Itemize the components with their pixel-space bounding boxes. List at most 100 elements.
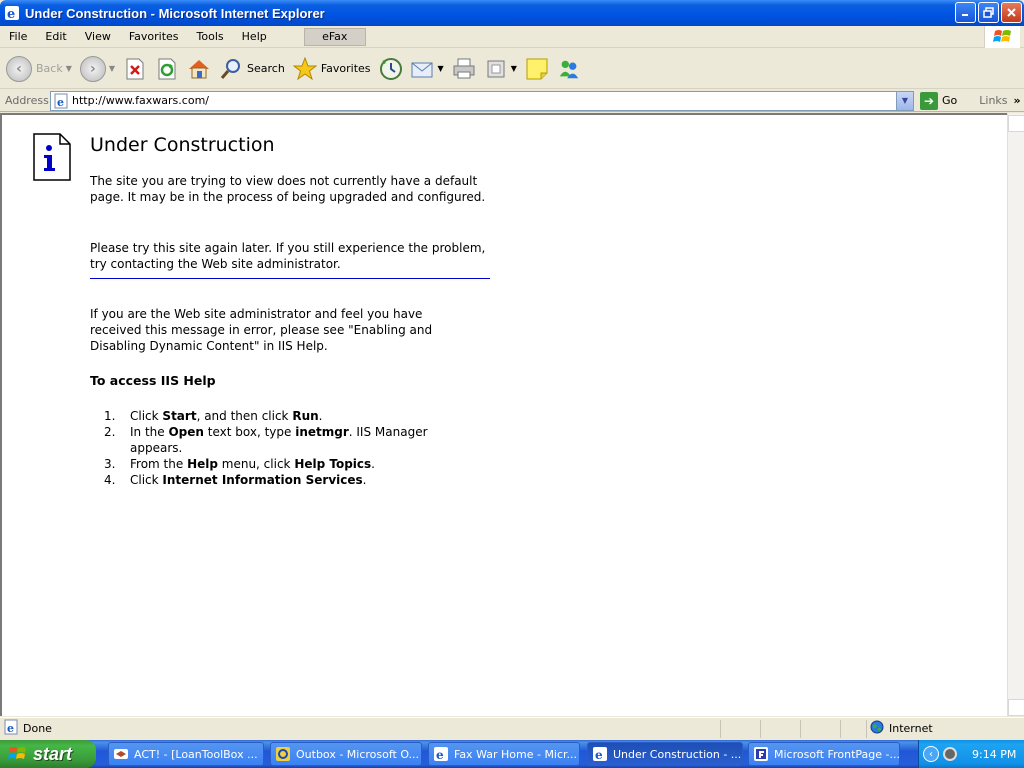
messenger-icon [557, 57, 581, 81]
scroll-up-button[interactable] [1008, 115, 1024, 132]
help-step-number: 3. [104, 457, 116, 471]
forward-dropdown-icon[interactable]: ▼ [109, 64, 115, 73]
note-icon [525, 57, 549, 81]
show-hidden-icons-button[interactable]: ‹ [923, 746, 939, 762]
clock[interactable]: 9:14 PM [972, 748, 1016, 761]
close-button[interactable] [1001, 2, 1022, 23]
address-bar: Address e ▼ ➔ Go Links » [0, 90, 1024, 112]
efax-button[interactable]: eFax [303, 27, 366, 46]
minimize-button[interactable] [955, 2, 976, 23]
mail-button[interactable]: ▼ [411, 52, 444, 86]
help-step: 1. Click Start, and then click Run. [104, 408, 464, 424]
chevron-right-icon[interactable]: » [1014, 94, 1021, 107]
print-button[interactable] [452, 52, 476, 86]
window-title-bar[interactable]: e Under Construction - Microsoft Interne… [0, 0, 1024, 26]
status-divider [760, 719, 761, 738]
help-step-keyword: Help [187, 457, 218, 471]
help-step-text: Click Internet Information Services. [130, 472, 464, 488]
help-step-keyword: inetmgr [295, 425, 349, 439]
globe-icon [870, 720, 884, 737]
security-zone[interactable]: Internet [870, 720, 933, 737]
paragraph-admin: If you are the Web site administrator an… [90, 307, 433, 353]
favorites-star-icon [292, 56, 317, 81]
taskbar-item-label: ACT! - [LoanToolBox ... [134, 747, 258, 761]
system-tray: ‹ 9:14 PM [918, 740, 1024, 768]
help-heading: To access IIS Help [90, 373, 216, 388]
go-button[interactable]: ➔ Go [920, 91, 957, 110]
address-label: Address [5, 94, 49, 107]
back-button[interactable]: ‹ Back ▼ [6, 52, 72, 86]
stop-icon [123, 57, 147, 81]
scroll-down-button[interactable] [1008, 699, 1024, 716]
help-step-keyword: Start [162, 409, 197, 423]
ie-icon: e [4, 5, 20, 22]
windows-flag-icon [8, 747, 26, 759]
edit-button[interactable]: ▼ [484, 52, 517, 86]
handshake-icon [114, 749, 128, 759]
taskbar-item-frontpage[interactable]: Microsoft FrontPage -... [748, 742, 900, 766]
status-text: Done [23, 722, 52, 735]
help-step-fragment: Click [130, 409, 163, 423]
help-step-keyword: Help Topics [294, 457, 372, 471]
go-arrow-icon: ➔ [920, 91, 938, 110]
tray-app-icon[interactable] [943, 747, 957, 761]
menu-view[interactable]: View [76, 30, 120, 43]
paragraph-no-default-page: The site you are trying to view does not… [90, 174, 486, 204]
taskbar-item-fax-war-home[interactable]: e Fax War Home - Micr... [428, 742, 580, 766]
help-step-number: 1. [104, 409, 116, 423]
taskbar-item-label: Outbox - Microsoft O... [296, 747, 420, 761]
taskbar-item-act[interactable]: ACT! - [LoanToolBox ... [108, 742, 264, 766]
help-step-keyword: Run [292, 409, 319, 423]
menu-tools[interactable]: Tools [188, 30, 233, 43]
menu-help[interactable]: Help [233, 30, 276, 43]
refresh-button[interactable] [155, 52, 179, 86]
svg-text:e: e [595, 748, 603, 762]
page-icon: e [53, 93, 69, 109]
url-input[interactable] [72, 94, 896, 107]
forward-arrow-icon: › [79, 55, 106, 82]
help-step-fragment: menu, click [217, 457, 295, 471]
frontpage-icon [754, 747, 768, 761]
home-icon [187, 57, 211, 81]
page-title: Under Construction [90, 134, 275, 156]
zone-label: Internet [889, 722, 933, 735]
favorites-button[interactable]: Favorites [292, 52, 371, 86]
back-dropdown-icon[interactable]: ▼ [66, 64, 72, 73]
page-done-icon: e [3, 719, 19, 738]
stop-button[interactable] [123, 52, 147, 86]
links-label[interactable]: Links [979, 94, 1007, 107]
restore-button[interactable] [978, 2, 999, 23]
edit-dropdown-icon[interactable]: ▼ [511, 64, 517, 73]
taskbar-item-label: Under Construction - ... [613, 747, 742, 761]
start-button[interactable]: start [0, 740, 96, 768]
menu-file[interactable]: File [0, 30, 36, 43]
help-step-fragment: , and then click [196, 409, 293, 423]
status-divider [800, 719, 801, 738]
help-step-keyword: Internet Information Services [162, 473, 363, 487]
taskbar-item-label: Fax War Home - Micr... [454, 747, 578, 761]
messenger-button[interactable] [557, 52, 581, 86]
address-field[interactable]: e ▼ [50, 90, 914, 111]
taskbar-item-under-construction[interactable]: e Under Construction - ... [587, 742, 743, 766]
search-icon [219, 57, 243, 81]
home-button[interactable] [187, 52, 211, 86]
edit-page-icon [484, 57, 508, 81]
menu-favorites[interactable]: Favorites [120, 30, 188, 43]
search-button[interactable]: Search [219, 52, 285, 86]
history-button[interactable] [379, 52, 403, 86]
address-dropdown-icon[interactable]: ▼ [896, 91, 913, 110]
status-divider [866, 719, 867, 738]
help-step-number: 4. [104, 473, 116, 487]
status-divider [720, 719, 721, 738]
windows-flag-icon [984, 26, 1020, 48]
back-arrow-icon: ‹ [6, 55, 32, 82]
standard-toolbar: ‹ Back ▼ › ▼ Search Favorites ▼ ▼ [0, 49, 1024, 89]
printer-icon [452, 57, 476, 81]
menu-edit[interactable]: Edit [36, 30, 75, 43]
forward-button[interactable]: › ▼ [79, 52, 115, 86]
mail-dropdown-icon[interactable]: ▼ [438, 64, 444, 73]
taskbar-item-outbox[interactable]: Outbox - Microsoft O... [270, 742, 422, 766]
discuss-button[interactable] [525, 52, 549, 86]
vertical-scrollbar[interactable] [1007, 113, 1024, 716]
help-step: 2. In the Open text box, type inetmgr. II… [104, 424, 464, 456]
